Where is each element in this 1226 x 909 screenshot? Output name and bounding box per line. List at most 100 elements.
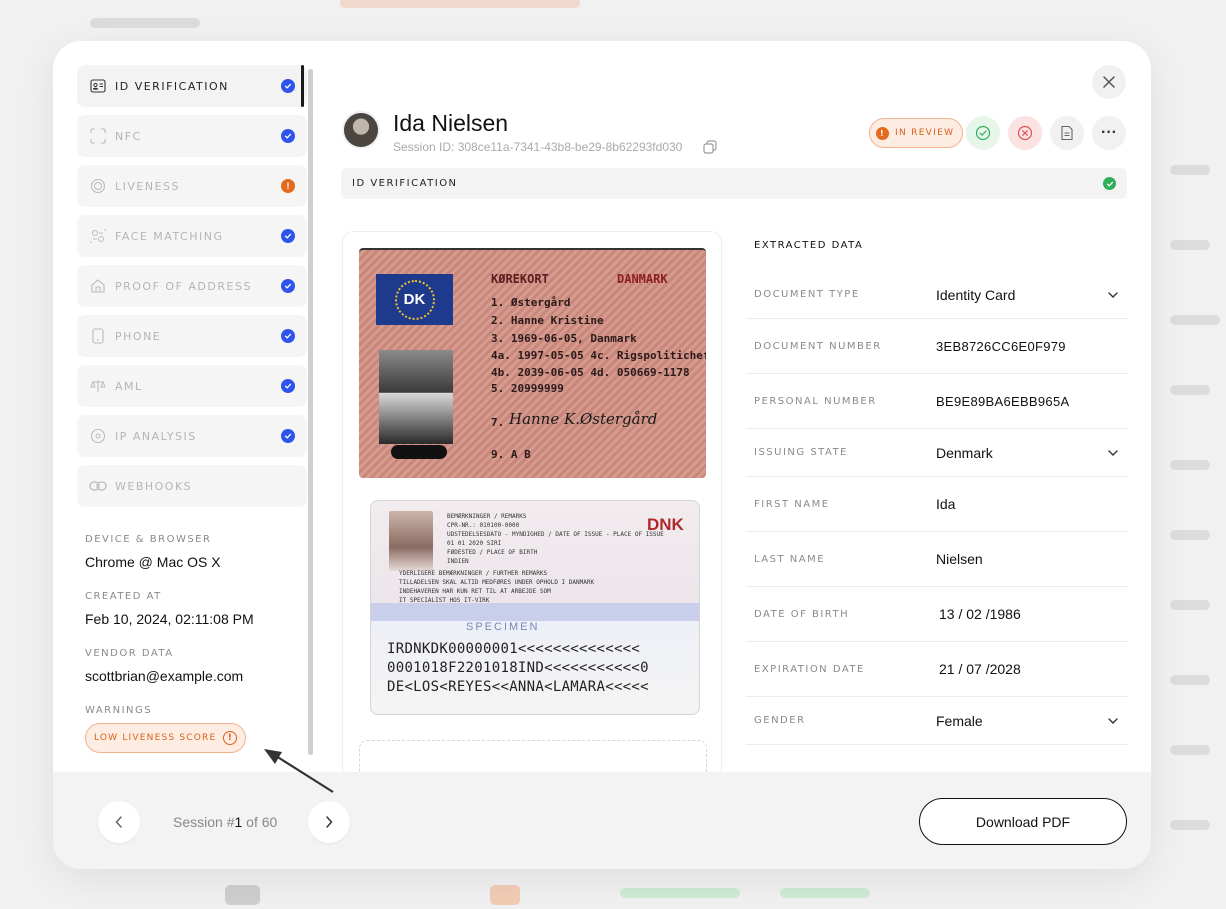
id-card-icon — [89, 77, 107, 95]
extracted-row-expiration-date: EXPIRATION DATE 21 / 07 /2028 — [746, 642, 1128, 697]
verified-check-icon — [281, 429, 295, 443]
card-back-text: FØDESTED / PLACE OF BIRTH — [447, 549, 538, 556]
background-blur-bar — [1170, 240, 1210, 250]
sidebar-item-liveness[interactable]: LIVENESS! — [77, 165, 307, 207]
background-blur-bar — [1170, 745, 1210, 755]
sidebar-item-label: AML — [115, 379, 143, 393]
field-label: DOCUMENT NUMBER — [754, 340, 882, 352]
extracted-data-title: EXTRACTED DATA — [754, 240, 864, 251]
verified-check-icon — [281, 129, 295, 143]
device-browser-value: Chrome @ Mac OS X — [85, 554, 221, 570]
face-match-icon — [89, 227, 107, 245]
user-name: Ida Nielsen — [393, 110, 509, 136]
vendor-data-label: VENDOR DATA — [85, 648, 174, 659]
field-input[interactable]: Nielsen — [936, 551, 1120, 567]
background-blur-bar — [340, 0, 580, 8]
specimen-label: SPECIMEN — [466, 621, 540, 633]
sidebar-item-aml[interactable]: AML — [77, 365, 307, 407]
phone-icon — [89, 327, 107, 345]
next-session-button[interactable] — [308, 801, 350, 843]
field-input[interactable]: 21 / 07 /2028 — [936, 661, 1120, 677]
extracted-row-document-type[interactable]: DOCUMENT TYPE Identity Card — [746, 271, 1128, 319]
verified-check-icon — [281, 229, 295, 243]
sidebar-item-face-matching[interactable]: FACE MATCHING — [77, 215, 307, 257]
document-images-panel[interactable]: DK KØREKORT DANMARK 1. Østergård 2. Hann… — [342, 231, 722, 781]
sidebar-item-phone[interactable]: PHONE — [77, 315, 307, 357]
approve-button[interactable] — [966, 116, 1000, 150]
sidebar-scrollbar-thumb[interactable] — [308, 69, 313, 755]
background-blur-bar — [1170, 315, 1220, 325]
field-select[interactable]: Denmark — [936, 445, 1106, 461]
warnings-block: WARNINGS LOW LIVENESS SCORE ! — [85, 705, 247, 753]
more-options-button[interactable]: ··· — [1092, 116, 1126, 150]
copy-icon[interactable] — [703, 140, 717, 154]
x-circle-icon — [1017, 125, 1033, 141]
previous-session-button[interactable] — [98, 801, 140, 843]
sidebar-item-label: NFC — [115, 129, 142, 143]
section-header: ID VERIFICATION — [341, 168, 1127, 199]
card-title-left: KØREKORT — [491, 272, 549, 286]
field-select[interactable]: Female — [936, 713, 1106, 729]
card-back-text: INDEHAVEREN HAR KUN RET TIL AT ARBEJDE S… — [399, 588, 551, 595]
sidebar-item-id-verification[interactable]: ID VERIFICATION — [77, 65, 307, 107]
background-blur-bar — [1170, 675, 1210, 685]
reject-button[interactable] — [1008, 116, 1042, 150]
extracted-row-gender[interactable]: GENDER Female — [746, 697, 1128, 745]
chevron-right-icon — [326, 816, 333, 828]
background-blur-bar — [490, 885, 520, 905]
extracted-row-date-of-birth: DATE OF BIRTH 13 / 02 /1986 — [746, 587, 1128, 642]
field-input[interactable]: Ida — [936, 496, 1120, 512]
card-back-text: BEMÆRKNINGER / REMARKS — [447, 513, 527, 520]
extracted-row-document-number: DOCUMENT NUMBER 3EB8726CC6E0F979 — [746, 319, 1128, 374]
eu-flag: DK — [376, 274, 453, 325]
close-button[interactable] — [1092, 65, 1126, 99]
face-scan-icon — [89, 177, 107, 195]
sidebar-item-proof-of-address[interactable]: PROOF OF ADDRESS — [77, 265, 307, 307]
field-label: EXPIRATION DATE — [754, 663, 865, 675]
field-label: LAST NAME — [754, 553, 826, 565]
id-front-image[interactable]: DK KØREKORT DANMARK 1. Østergård 2. Hann… — [359, 248, 706, 478]
field-label: DOCUMENT TYPE — [754, 289, 860, 300]
card-back-text: INDIEN — [447, 558, 469, 565]
sidebar-item-webhooks[interactable]: WEBHOOKS — [77, 465, 307, 507]
id-back-image[interactable]: DNK BEMÆRKNINGER / REMARKS CPR-NR.: 0101… — [370, 500, 700, 715]
field-label: DATE OF BIRTH — [754, 608, 850, 620]
document-button[interactable] — [1050, 116, 1084, 150]
session-counter-prefix: Session # — [173, 814, 235, 830]
chevron-left-icon — [115, 816, 122, 828]
card-back-photo — [389, 511, 433, 571]
field-input[interactable]: 3EB8726CC6E0F979 — [936, 339, 1120, 354]
field-select[interactable]: Identity Card — [936, 287, 1106, 303]
sidebar-item-ip-analysis[interactable]: IP ANALYSIS — [77, 415, 307, 457]
field-input[interactable]: 13 / 02 /1986 — [936, 606, 1120, 622]
background-blur-bar — [1170, 600, 1210, 610]
sidebar-item-label: PROOF OF ADDRESS — [115, 279, 252, 293]
session-modal: ID VERIFICATION NFC LIVENESS! FACE MATCHING… — [53, 41, 1151, 869]
created-at-value: Feb 10, 2024, 02:11:08 PM — [85, 611, 254, 627]
session-id: Session ID: 308ce11a-7341-43b8-be29-8b62… — [393, 140, 683, 154]
field-label: FIRST NAME — [754, 498, 830, 510]
card-back-text: CPR-NR.: 010100-0000 — [447, 522, 520, 529]
card-back-band — [371, 603, 699, 621]
field-input[interactable]: BE9E89BA6EBB965A — [936, 394, 1120, 409]
card-line: 2. Hanne Kristine — [491, 314, 604, 327]
card-back-text: 01 01 2020 SIRI — [447, 540, 502, 547]
extracted-data-table: DOCUMENT TYPE Identity Card DOCUMENT NUMBE… — [746, 271, 1128, 745]
verified-check-icon — [281, 279, 295, 293]
download-pdf-button[interactable]: Download PDF — [919, 798, 1127, 845]
sidebar-item-label: PHONE — [115, 329, 162, 343]
redaction-bar — [391, 445, 447, 459]
low-liveness-warning-badge[interactable]: LOW LIVENESS SCORE ! — [85, 723, 247, 753]
sidebar-item-label: ID VERIFICATION — [115, 79, 229, 93]
background-blur-bar — [1170, 530, 1210, 540]
alert-icon: ! — [876, 126, 889, 140]
chevron-down-icon[interactable] — [1106, 449, 1120, 456]
extracted-row-issuing-state[interactable]: ISSUING STATE Denmark — [746, 429, 1128, 477]
sidebar-item-nfc[interactable]: NFC — [77, 115, 307, 157]
warning-badge-label: LOW LIVENESS SCORE — [94, 733, 217, 743]
chevron-down-icon[interactable] — [1106, 717, 1120, 724]
warning-icon: ! — [281, 179, 295, 193]
vendor-data-value: scottbrian@example.com — [85, 668, 244, 684]
chevron-down-icon[interactable] — [1106, 291, 1120, 298]
status-badge: ! IN REVIEW — [869, 118, 964, 148]
